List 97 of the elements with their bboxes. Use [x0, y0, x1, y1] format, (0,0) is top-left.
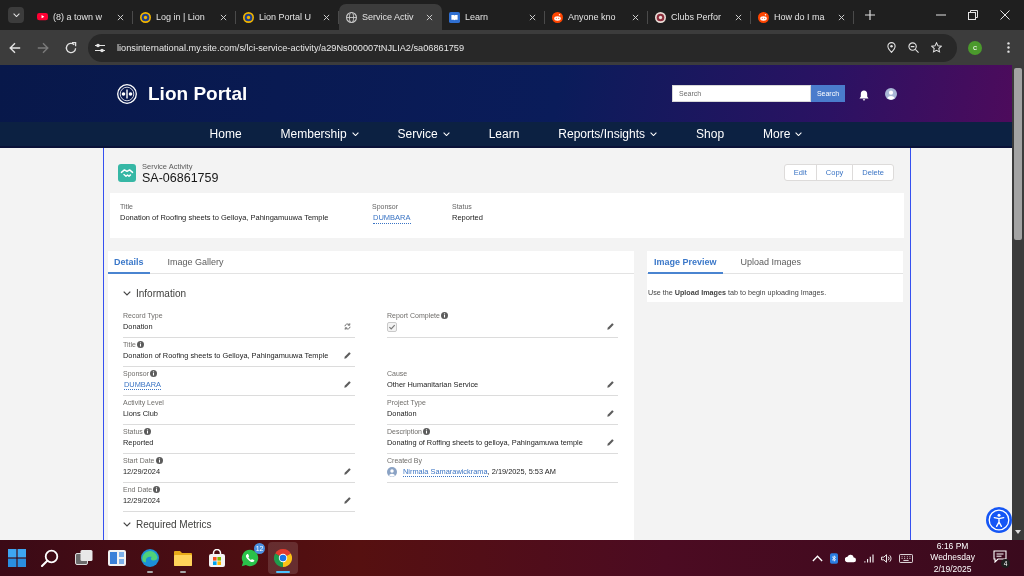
nav-menu-item[interactable]: Membership: [280, 127, 359, 141]
info-icon[interactable]: [423, 427, 430, 435]
section-header[interactable]: Required Metrics: [123, 518, 212, 530]
round-face-icon: [552, 11, 563, 23]
handshake-icon: [118, 164, 136, 182]
close-icon[interactable]: [426, 13, 433, 21]
browser-tab[interactable]: (8) a town w: [30, 4, 133, 30]
info-icon[interactable]: [150, 369, 158, 377]
location-pin-icon[interactable]: [887, 42, 896, 53]
nav-menu-item[interactable]: Reports/Insights: [558, 127, 658, 141]
circular-emblem-icon: [140, 11, 151, 23]
card-tab[interactable]: Details: [108, 251, 150, 274]
nav-menu-item[interactable]: Learn: [488, 127, 520, 141]
split-panel-icon: [107, 549, 126, 567]
browser-tab[interactable]: Log in | Lion: [133, 4, 236, 30]
globe-icon: [346, 11, 357, 23]
close-icon[interactable]: [632, 13, 639, 21]
sliders-icon[interactable]: [94, 41, 106, 54]
restore-icon[interactable]: [968, 10, 978, 20]
message-icon: [993, 550, 1007, 563]
four-squares-icon: [8, 549, 26, 567]
info-icon[interactable]: [440, 311, 448, 319]
browser-tab[interactable]: Service Activ: [339, 4, 442, 30]
shopping-bag-icon: [207, 549, 226, 567]
nav-menu-item[interactable]: Shop: [696, 127, 725, 141]
pencil-icon[interactable]: [607, 323, 614, 330]
cloud-icon[interactable]: [845, 553, 857, 563]
pencil-icon[interactable]: [344, 497, 351, 504]
pencil-icon[interactable]: [607, 410, 614, 417]
info-icon[interactable]: [155, 456, 163, 464]
card-tab[interactable]: Image Gallery: [161, 251, 230, 274]
back-icon[interactable]: [9, 41, 21, 54]
checkbox[interactable]: [387, 321, 397, 332]
card-tab[interactable]: Image Preview: [648, 251, 723, 274]
round-badge-icon: [655, 11, 666, 23]
user-avatar-icon: [387, 466, 397, 477]
pencil-icon[interactable]: [344, 468, 351, 475]
swap-arrows-icon[interactable]: [344, 323, 351, 330]
address-bar[interactable]: lionsinternational.my.site.com/s/lci-service-activity/a29Ns000007tNJLIA2/sa06861759: [88, 33, 957, 62]
close-icon[interactable]: [323, 13, 330, 21]
kebab-menu-icon[interactable]: [1007, 42, 1010, 53]
pencil-icon[interactable]: [344, 352, 351, 359]
nav-menu-item[interactable]: More: [763, 127, 803, 141]
info-icon[interactable]: [153, 485, 161, 493]
bell-icon[interactable]: [859, 90, 869, 101]
profile-avatar[interactable]: c: [968, 40, 982, 55]
chat-phone-icon: [241, 549, 260, 567]
segmented-circle-icon: [274, 549, 293, 567]
star-icon[interactable]: [931, 42, 942, 53]
user-avatar-icon[interactable]: [885, 87, 897, 100]
chevron-down-icon: [12, 12, 20, 18]
close-icon[interactable]: [1000, 10, 1010, 20]
bluetooth-icon[interactable]: [830, 552, 839, 564]
record-name: SA-06861759: [142, 171, 219, 185]
circular-emblem-icon: [243, 11, 254, 23]
close-icon[interactable]: [529, 13, 536, 21]
nav-menu-item[interactable]: Service: [397, 127, 450, 141]
swirl-icon: [141, 549, 160, 567]
browser-tab[interactable]: Learn: [442, 4, 545, 30]
pencil-icon[interactable]: [344, 381, 351, 388]
close-icon[interactable]: [735, 13, 742, 21]
card-tab[interactable]: Upload Images: [734, 251, 808, 274]
search-icon: [41, 549, 60, 567]
close-icon[interactable]: [220, 13, 227, 21]
tab-list-button[interactable]: [8, 7, 24, 23]
circular-emblem-icon[interactable]: [117, 83, 137, 104]
forward-icon[interactable]: [37, 41, 49, 54]
play-icon: [37, 13, 48, 21]
info-icon[interactable]: [143, 427, 151, 435]
nav-menu-item[interactable]: Home: [209, 127, 242, 141]
overlapping-windows-icon: [74, 549, 93, 567]
chevron-up-icon[interactable]: [812, 553, 824, 563]
taskbar-app-button[interactable]: [268, 542, 299, 574]
accessibility-icon[interactable]: [986, 507, 1012, 533]
speaker-icon[interactable]: [881, 553, 893, 563]
pencil-icon[interactable]: [607, 439, 614, 446]
new-tab-icon[interactable]: [865, 10, 875, 20]
browser-tab[interactable]: How do I ma: [751, 4, 854, 30]
book-tile-icon: [449, 11, 460, 23]
site-title[interactable]: Lion Portal: [148, 82, 248, 105]
clock[interactable]: 6:16 PM Wednesday 2/19/2025: [928, 540, 977, 576]
reload-icon[interactable]: [65, 41, 77, 54]
round-face-icon: [758, 11, 769, 23]
arrow-down-icon[interactable]: [1015, 530, 1021, 534]
browser-tab[interactable]: Anyone kno: [545, 4, 648, 30]
browser-tab[interactable]: Clubs Perfor: [648, 4, 751, 30]
signal-bars-icon[interactable]: [863, 553, 875, 563]
magnifier-minus-icon[interactable]: [908, 42, 919, 53]
pencil-icon[interactable]: [607, 381, 614, 388]
folder-icon: [174, 549, 193, 567]
info-icon[interactable]: [136, 340, 144, 348]
section-header[interactable]: Information: [123, 287, 187, 299]
close-icon[interactable]: [838, 13, 845, 21]
keyboard-icon[interactable]: [899, 553, 914, 563]
browser-tab[interactable]: Lion Portal U: [236, 4, 339, 30]
scrollbar-thumb[interactable]: [1014, 68, 1022, 240]
close-icon[interactable]: [117, 13, 124, 21]
